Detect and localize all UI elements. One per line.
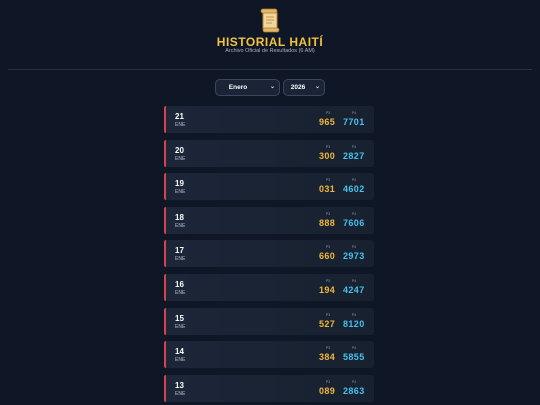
row-day: 14 bbox=[175, 347, 184, 357]
row-accent bbox=[164, 307, 166, 335]
p3-number: 384 bbox=[319, 352, 336, 363]
row-day: 16 bbox=[175, 280, 184, 289]
p3-label: P3 bbox=[325, 312, 331, 317]
row-month: ENE bbox=[175, 290, 186, 296]
p4-number: 4247 bbox=[343, 285, 365, 295]
result-row[interactable]: 14 ENE P3 P4 384 5855 bbox=[164, 341, 374, 369]
p3-number: 965 bbox=[319, 117, 336, 127]
p4-number: 5855 bbox=[343, 352, 365, 363]
row-accent bbox=[164, 173, 166, 201]
p3-number: 194 bbox=[319, 285, 336, 295]
p3-number: 527 bbox=[319, 318, 336, 329]
row-day: 20 bbox=[175, 145, 184, 155]
month-select[interactable]: Enero ⌄ bbox=[215, 79, 280, 96]
row-day: 17 bbox=[175, 246, 184, 256]
year-select[interactable]: 2026 ⌄ bbox=[283, 79, 325, 96]
row-month: ENE bbox=[175, 122, 186, 128]
p3-label: P3 bbox=[325, 111, 331, 115]
page-title: HISTORIAL HAITÍ bbox=[216, 35, 324, 49]
p4-label: P4 bbox=[351, 178, 357, 183]
p3-label: P3 bbox=[325, 279, 331, 283]
p3-label: P3 bbox=[325, 346, 331, 351]
chevron-down-icon: ⌄ bbox=[269, 84, 275, 90]
row-accent bbox=[164, 206, 166, 234]
row-day: 19 bbox=[175, 179, 184, 189]
history-page: HISTORIAL HAITÍ Archivo Oficial de Resul… bbox=[0, 0, 540, 405]
page-subtitle: Archivo Oficial de Resultados (6 AM) bbox=[225, 48, 315, 54]
result-row[interactable]: 17 ENE P3 P4 660 2973 bbox=[164, 240, 374, 268]
p4-label: P4 bbox=[351, 211, 357, 216]
month-select-value: Enero bbox=[228, 84, 248, 91]
p4-number: 2863 bbox=[343, 385, 365, 396]
p4-number: 2973 bbox=[343, 251, 365, 262]
row-month: ENE bbox=[175, 155, 186, 162]
p3-label: P3 bbox=[325, 379, 331, 384]
p4-number: 8120 bbox=[343, 318, 365, 329]
p3-label: P3 bbox=[325, 144, 331, 149]
row-accent bbox=[164, 240, 166, 268]
p4-number: 4602 bbox=[343, 184, 365, 195]
p4-label: P4 bbox=[351, 312, 357, 317]
row-day: 15 bbox=[175, 313, 184, 323]
result-row[interactable]: 13 ENE P3 P4 089 2863 bbox=[164, 374, 374, 402]
row-accent bbox=[164, 274, 166, 301]
row-accent bbox=[164, 106, 166, 133]
result-row[interactable]: 18 ENE P3 P4 888 7606 bbox=[164, 206, 374, 234]
scroll-icon bbox=[260, 8, 280, 33]
p4-label: P4 bbox=[351, 111, 357, 115]
row-month: ENE bbox=[175, 222, 186, 229]
row-day: 13 bbox=[175, 380, 184, 390]
p4-label: P4 bbox=[351, 144, 357, 149]
p4-label: P4 bbox=[351, 379, 357, 384]
p3-label: P3 bbox=[325, 211, 331, 216]
result-row[interactable]: 19 ENE P3 P4 031 4602 bbox=[164, 173, 374, 201]
row-accent bbox=[164, 139, 166, 167]
p3-number: 031 bbox=[319, 184, 336, 195]
result-row[interactable]: 15 ENE P3 P4 527 8120 bbox=[164, 307, 374, 335]
p4-label: P4 bbox=[351, 346, 357, 351]
row-accent bbox=[164, 374, 166, 402]
row-day: 18 bbox=[175, 212, 184, 222]
divider bbox=[8, 69, 532, 70]
p3-number: 888 bbox=[319, 217, 336, 228]
year-select-value: 2026 bbox=[290, 84, 306, 91]
p3-label: P3 bbox=[325, 178, 331, 183]
p3-number: 089 bbox=[319, 385, 336, 396]
result-row[interactable]: 21 ENE P3 P4 965 7701 bbox=[164, 106, 374, 133]
result-row[interactable]: 16 ENE P3 P4 194 4247 bbox=[164, 274, 374, 301]
row-month: ENE bbox=[175, 256, 186, 263]
p4-number: 2827 bbox=[343, 150, 365, 161]
row-accent bbox=[164, 341, 166, 369]
p3-number: 300 bbox=[319, 150, 336, 161]
p4-label: P4 bbox=[351, 245, 357, 250]
p3-label: P3 bbox=[325, 245, 331, 250]
p3-number: 660 bbox=[319, 251, 336, 262]
p4-label: P4 bbox=[351, 279, 357, 283]
chevron-down-icon: ⌄ bbox=[314, 84, 320, 90]
row-month: ENE bbox=[175, 390, 186, 397]
row-month: ENE bbox=[175, 189, 186, 196]
result-row[interactable]: 20 ENE P3 P4 300 2827 bbox=[164, 139, 374, 167]
row-month: ENE bbox=[175, 357, 186, 364]
p4-number: 7606 bbox=[343, 217, 365, 228]
row-month: ENE bbox=[175, 323, 186, 330]
row-day: 21 bbox=[175, 112, 184, 121]
p4-number: 7701 bbox=[343, 117, 365, 127]
